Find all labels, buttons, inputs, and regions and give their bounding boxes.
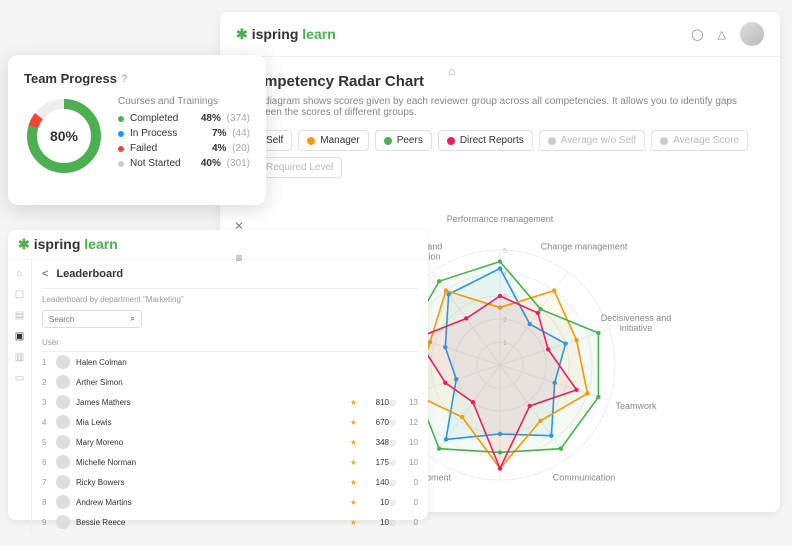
- team-progress-title: Team Progress ?: [24, 71, 250, 86]
- nav-people-icon[interactable]: ▣: [15, 331, 24, 342]
- badge-icon: ◎: [389, 398, 396, 407]
- home-icon[interactable]: ⌂: [448, 64, 455, 78]
- badge-icon: ◎: [389, 438, 396, 447]
- progress-legend-row: Completed48% (374): [118, 113, 250, 124]
- legend-chip[interactable]: Peers: [375, 130, 432, 151]
- badge-icon: ◎: [389, 418, 396, 427]
- star-icon: ★: [350, 478, 357, 487]
- star-icon: ★: [350, 458, 357, 467]
- leader-header: ✱ispring learn: [8, 230, 428, 260]
- search-input-wrap[interactable]: ⌕: [42, 310, 142, 328]
- leaderboard-row[interactable]: 7Ricky Bowers★140◎0: [42, 472, 418, 492]
- info-icon[interactable]: ?: [121, 73, 128, 85]
- legend-chip[interactable]: Average w/o Self: [539, 130, 645, 151]
- search-input[interactable]: [49, 315, 131, 324]
- badge-icon: ◎: [389, 478, 396, 487]
- radar-title: Competency Radar Chart: [244, 73, 756, 90]
- badge-icon: ◎: [389, 498, 396, 507]
- svg-text:5: 5: [503, 248, 507, 255]
- nav-book-icon[interactable]: ▢: [15, 289, 24, 300]
- leaderboard-row[interactable]: 9Bessie Reece★10◎0: [42, 512, 418, 532]
- leaderboard-row[interactable]: 6Michelle Norman★175◎10: [42, 452, 418, 472]
- leaderboard-row[interactable]: 8Andrew Martins★10◎0: [42, 492, 418, 512]
- logo-icon: ✱: [236, 26, 248, 43]
- brand-logo: ✱ispring learn: [236, 26, 336, 43]
- progress-legend-head: Courses and Trainings: [118, 96, 250, 107]
- leaderboard-subtitle: Leaderboard by department "Marketing": [42, 289, 418, 310]
- team-progress-card: Team Progress ? 80% Courses and Training…: [8, 55, 266, 205]
- svg-text:Decisiveness andinitiative: Decisiveness andinitiative: [601, 313, 672, 333]
- logo-icon: ✱: [18, 236, 30, 253]
- leaderboard-row[interactable]: 1Halen Colman: [42, 352, 418, 372]
- search-icon: ⌕: [131, 314, 135, 324]
- donut-chart: 80%: [24, 96, 104, 176]
- bell-icon[interactable]: △: [718, 28, 726, 41]
- back-button[interactable]: <: [42, 268, 48, 280]
- star-icon: ★: [350, 498, 357, 507]
- radar-desc: The diagram shows scores given by each r…: [244, 96, 756, 118]
- leaderboard-row[interactable]: 4Mia Lewis★670◎12: [42, 412, 418, 432]
- legend-row: SelfManagerPeersDirect ReportsAverage w/…: [244, 130, 756, 178]
- brand-logo-small: ✱ispring learn: [18, 236, 118, 253]
- legend-chip[interactable]: Manager: [298, 130, 368, 151]
- leaderboard-row[interactable]: 5Mary Moreno★348◎10: [42, 432, 418, 452]
- progress-legend-row: Failed4% (20): [118, 143, 250, 154]
- donut-pct: 80%: [50, 128, 78, 144]
- star-icon: ★: [350, 438, 357, 447]
- avatar[interactable]: [740, 22, 764, 46]
- help-icon[interactable]: ◯: [691, 28, 703, 41]
- nav-doc-icon[interactable]: ▥: [15, 352, 24, 363]
- leaderboard-panel: ✱ispring learn ⌂ ▢ ▤ ▣ ▥ ▭ < Leaderboard…: [8, 230, 428, 520]
- legend-chip[interactable]: Direct Reports: [438, 130, 533, 151]
- leaderboard-title: Leaderboard: [56, 268, 123, 280]
- progress-legend-row: Not Started40% (301): [118, 158, 250, 169]
- star-icon: ★: [350, 398, 357, 407]
- badge-icon: ◎: [389, 458, 396, 467]
- progress-legend-row: In Process7% (44): [118, 128, 250, 139]
- svg-text:Teamwork: Teamwork: [615, 401, 657, 411]
- star-icon: ★: [350, 418, 357, 427]
- leaderboard-row[interactable]: 2Arther Simon: [42, 372, 418, 392]
- filter-icon[interactable]: ≡: [228, 247, 250, 269]
- settings-icon[interactable]: ✕: [228, 215, 250, 237]
- user-col-head: User: [42, 334, 418, 352]
- legend-chip[interactable]: Average Score: [651, 130, 748, 151]
- brand-text1: ispring: [252, 26, 299, 42]
- svg-text:Performance management: Performance management: [447, 214, 554, 224]
- leaderboard-row[interactable]: 3James Mathers★810◎13: [42, 392, 418, 412]
- nav-cal-icon[interactable]: ▤: [15, 310, 24, 321]
- svg-text:Communication: Communication: [553, 473, 616, 483]
- badge-icon: ◎: [389, 518, 396, 527]
- brand-text2: learn: [302, 26, 335, 42]
- nav-home-icon[interactable]: ⌂: [16, 268, 22, 279]
- tool-rail: ✕ ≡: [228, 215, 250, 269]
- star-icon: ★: [350, 518, 357, 527]
- nav-chat-icon[interactable]: ▭: [15, 373, 24, 384]
- radar-header: ✱ispring learn ◯ △: [220, 12, 780, 57]
- svg-text:Change management: Change management: [541, 241, 628, 251]
- side-rail: ⌂ ▢ ▤ ▣ ▥ ▭: [8, 260, 32, 532]
